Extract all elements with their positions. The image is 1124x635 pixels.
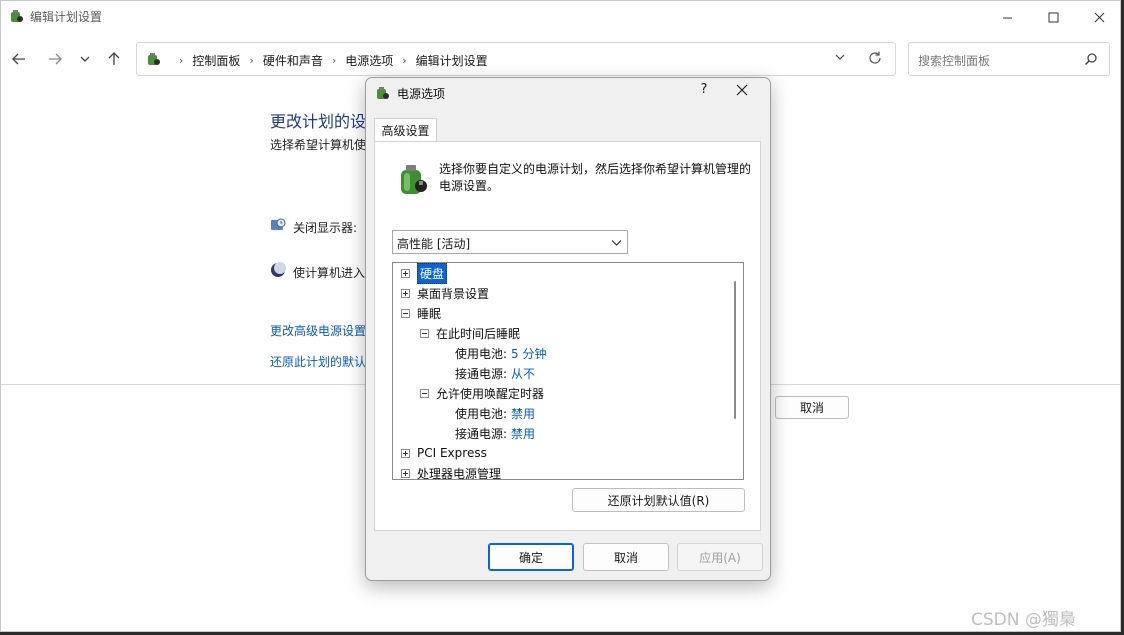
dialog-title: 电源选项 — [397, 87, 446, 101]
page-subtitle: 选择希望计算机使 — [270, 138, 367, 152]
close-icon — [736, 84, 748, 96]
sleep-moon-icon — [270, 262, 286, 281]
tree-item-wake-plugged[interactable]: 接通电源: 禁用 — [455, 423, 535, 443]
watermark: CSDN @獨梟 — [971, 610, 1076, 630]
tree-item-sleep-battery[interactable]: 使用电池: 5 分钟 — [455, 343, 547, 363]
chevron-right-icon: › — [402, 54, 407, 67]
arrow-right-icon — [49, 53, 62, 65]
search-box[interactable]: 搜索控制面板 — [908, 42, 1110, 76]
battery-plug-icon — [395, 162, 429, 199]
tree-item-wake-battery[interactable]: 使用电池: 禁用 — [455, 403, 535, 423]
maximize-icon — [1048, 12, 1058, 22]
collapse-icon[interactable] — [420, 388, 429, 398]
display-off-label: 关闭显示器: — [293, 221, 358, 235]
tree-label: 硬盘 — [417, 263, 448, 284]
chevron-down-icon — [611, 237, 622, 251]
restore-plan-defaults-link[interactable]: 还原此计划的默认 — [270, 353, 366, 370]
tree-value[interactable]: 5 分钟 — [511, 345, 546, 362]
chevron-down-icon — [835, 54, 845, 60]
tree-label: 处理器电源管理 — [417, 466, 502, 480]
tree-value[interactable]: 从不 — [511, 365, 535, 382]
tree-value[interactable]: 禁用 — [511, 405, 535, 422]
tree-item-sleep-after[interactable]: 在此时间后睡眠 — [420, 323, 520, 343]
tree-label: 接通电源: — [455, 366, 508, 381]
window-title: 编辑计划设置 — [30, 10, 103, 24]
tree-value[interactable]: 禁用 — [511, 425, 535, 442]
search-placeholder: 搜索控制面板 — [918, 54, 991, 68]
navigation-bar: › 控制面板 › 硬件和声音 › 电源选项 › 编辑计划设置 搜索控制面板 — [1, 41, 1120, 77]
refresh-icon — [869, 51, 881, 64]
tree-item-processor[interactable]: 处理器电源管理 — [401, 463, 502, 480]
cancel-button[interactable]: 取消 — [775, 396, 849, 419]
restore-defaults-button[interactable]: 还原计划默认值(R) — [572, 488, 745, 512]
dialog-cancel-button[interactable]: 取消 — [583, 543, 669, 571]
tree-label: 接通电源: — [455, 426, 508, 441]
forward-button[interactable] — [43, 47, 67, 71]
power-options-icon — [374, 85, 390, 104]
power-options-dialog: 电源选项 ? 高级设置 选择你要自定义的电源计划，然后选择你希望计算机管理的电源… — [365, 77, 771, 581]
tree-scrollbar[interactable] — [734, 281, 736, 419]
tree-item-hard-disk[interactable]: 硬盘 — [401, 263, 448, 284]
ok-button[interactable]: 确定 — [488, 543, 574, 571]
tree-label: PCI Express — [417, 446, 487, 460]
expand-icon[interactable] — [401, 448, 410, 458]
search-icon[interactable] — [1084, 52, 1098, 69]
back-button[interactable] — [7, 47, 31, 71]
chevron-right-icon: › — [249, 54, 254, 67]
settings-tree[interactable]: 硬盘 桌面背景设置 睡眠 在此时间后睡眠 使用电池: 5 分钟 接通电源: 从不 — [392, 262, 744, 480]
chevron-right-icon: › — [179, 54, 184, 67]
tree-label: 使用电池: — [455, 406, 508, 421]
tree-item-sleep-plugged[interactable]: 接通电源: 从不 — [455, 363, 535, 383]
expand-icon[interactable] — [401, 268, 410, 278]
advanced-settings-panel: 选择你要自定义的电源计划，然后选择你希望计算机管理的电源设置。 高性能 [活动]… — [374, 141, 761, 531]
refresh-button[interactable] — [867, 50, 883, 69]
power-options-icon — [8, 8, 24, 27]
expand-icon[interactable] — [401, 468, 410, 478]
tree-item-wake-timers[interactable]: 允许使用唤醒定时器 — [420, 383, 544, 403]
advanced-power-settings-link[interactable]: 更改高级电源设置 — [270, 322, 366, 339]
tree-label: 睡眠 — [417, 306, 442, 321]
chevron-down-icon — [80, 56, 90, 62]
close-button[interactable] — [1076, 1, 1120, 33]
apply-button[interactable]: 应用(A) — [677, 543, 763, 571]
close-icon — [1094, 12, 1104, 22]
up-button[interactable] — [102, 47, 126, 71]
minimize-icon — [1002, 17, 1012, 18]
tree-label: 桌面背景设置 — [417, 286, 490, 301]
collapse-icon[interactable] — [401, 308, 410, 318]
breadcrumb-edit-plan[interactable]: 编辑计划设置 — [416, 52, 488, 69]
title-bar: 编辑计划设置 — [1, 1, 1120, 33]
breadcrumb-hardware-sound[interactable]: 硬件和声音 — [263, 52, 323, 69]
arrow-left-icon — [12, 53, 25, 65]
breadcrumb: › 控制面板 › 硬件和声音 › 电源选项 › 编辑计划设置 — [170, 52, 488, 69]
address-dropdown-button[interactable] — [834, 51, 846, 66]
power-plan-selected: 高性能 [活动] — [397, 237, 471, 251]
tree-item-desktop-background[interactable]: 桌面背景设置 — [401, 283, 489, 303]
chevron-right-icon: › — [331, 54, 337, 67]
tree-item-sleep[interactable]: 睡眠 — [401, 303, 441, 323]
maximize-button[interactable] — [1030, 1, 1076, 33]
dialog-close-button[interactable] — [736, 84, 748, 99]
tree-label: 使用电池: — [455, 346, 508, 361]
dialog-description: 选择你要自定义的电源计划，然后选择你希望计算机管理的电源设置。 — [439, 162, 752, 193]
recent-locations-button[interactable] — [73, 47, 97, 71]
minimize-button[interactable] — [984, 1, 1030, 33]
page-title: 更改计划的设 — [270, 112, 367, 131]
expand-icon[interactable] — [401, 288, 410, 298]
display-icon — [270, 217, 286, 236]
sleep-label: 使计算机进入 — [293, 266, 366, 280]
tree-label: 在此时间后睡眠 — [436, 326, 521, 341]
breadcrumb-control-panel[interactable]: 控制面板 — [192, 52, 240, 69]
control-panel-icon — [145, 51, 161, 70]
arrow-up-icon — [108, 52, 120, 65]
collapse-icon[interactable] — [420, 328, 429, 338]
tree-label: 允许使用唤醒定时器 — [436, 386, 545, 401]
breadcrumb-power-options[interactable]: 电源选项 — [345, 52, 393, 69]
power-plan-select[interactable]: 高性能 [活动] — [392, 230, 628, 254]
tab-advanced-settings[interactable]: 高级设置 — [374, 118, 437, 142]
address-bar[interactable]: › 控制面板 › 硬件和声音 › 电源选项 › 编辑计划设置 — [136, 42, 896, 76]
help-button[interactable]: ? — [694, 82, 714, 102]
tree-item-pci-express[interactable]: PCI Express — [401, 443, 487, 463]
